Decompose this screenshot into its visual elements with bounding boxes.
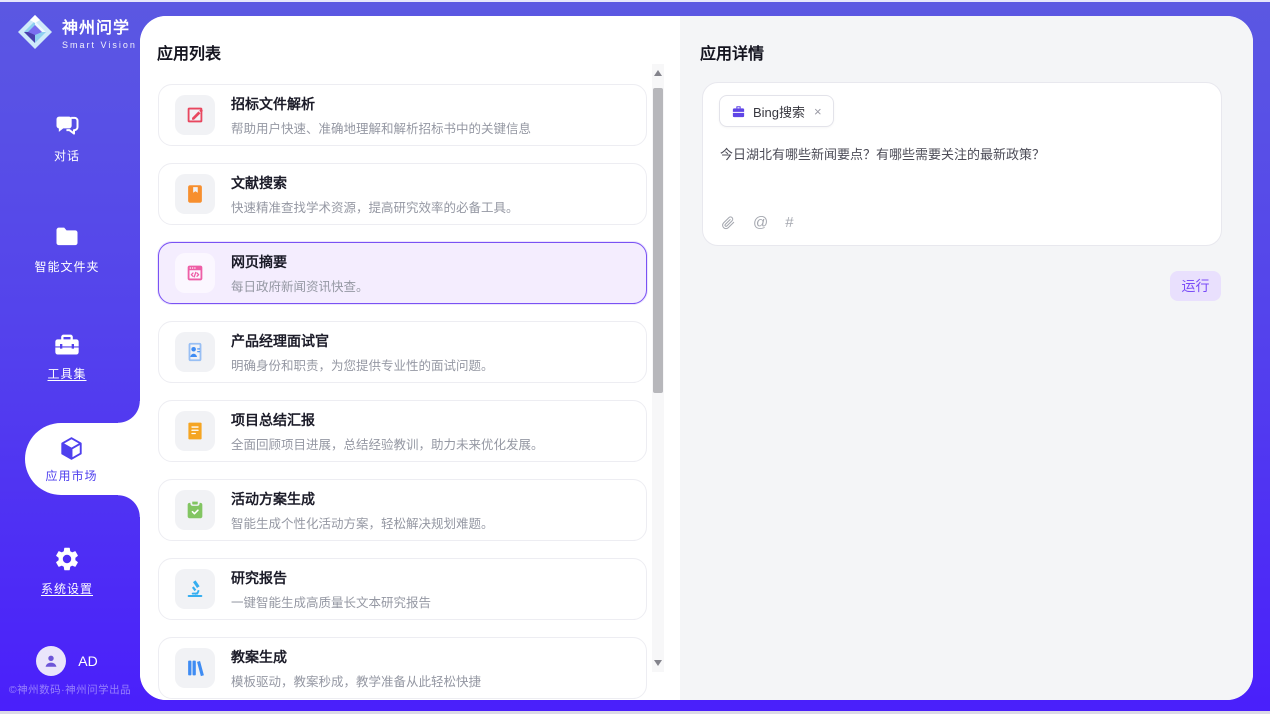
tool-chip-bing-search[interactable]: Bing搜索 × (719, 95, 834, 127)
sidebar-item-label: 系统设置 (41, 580, 93, 597)
scrollbar-thumb[interactable] (653, 88, 663, 393)
app-card-desc: 帮助用户快速、准确地理解和解析招标书中的关键信息 (231, 118, 531, 137)
query-text[interactable]: 今日湖北有哪些新闻要点？有哪些需要关注的最新政策？ (720, 145, 1201, 165)
sidebar-item-chat[interactable]: 对话 (0, 112, 134, 164)
sidebar-item-label: 工具集 (47, 365, 86, 382)
app-detail-title: 应用详情 (700, 40, 764, 64)
person-icon (42, 652, 60, 670)
folder-icon (53, 223, 81, 251)
diamond-gem-icon (16, 13, 54, 51)
report-note-icon (175, 411, 215, 451)
sidebar-item-app-market[interactable]: 应用市场 (25, 423, 140, 495)
scrollbar-down-icon[interactable] (654, 660, 662, 666)
app-list-panel: 应用列表 招标文件解析 帮助用户快速 (140, 16, 680, 700)
app-card-desc: 明确身份和职责，为您提供专业性的面试问题。 (231, 355, 494, 374)
scrollbar-up-icon[interactable] (654, 70, 662, 76)
prompt-editor[interactable]: Bing搜索 × 今日湖北有哪些新闻要点？有哪些需要关注的最新政策？ @ # (702, 82, 1222, 246)
at-icon[interactable]: @ (753, 214, 768, 231)
app-card-desc: 智能生成个性化活动方案，轻松解决规划难题。 (231, 513, 494, 532)
brand-logo: 神州问学 Smart Vision (16, 13, 137, 51)
microscope-icon (175, 569, 215, 609)
app-card-bid-document-parsing[interactable]: 招标文件解析 帮助用户快速、准确地理解和解析招标书中的关键信息 (158, 84, 647, 146)
app-card-list: 招标文件解析 帮助用户快速、准确地理解和解析招标书中的关键信息 文献搜索 快速精… (158, 84, 647, 700)
app-card-desc: 快速精准查找学术资源，提高研究效率的必备工具。 (231, 197, 519, 216)
app-card-title: 招标文件解析 (231, 94, 531, 114)
books-icon (175, 648, 215, 688)
cube-icon (58, 435, 85, 462)
app-card-desc: 一键智能生成高质量长文本研究报告 (231, 592, 431, 611)
close-icon[interactable]: × (814, 105, 822, 118)
app-card-title: 网页摘要 (231, 252, 369, 272)
sidebar-item-smart-folders[interactable]: 智能文件夹 (0, 223, 134, 275)
composer-toolbar: @ # (720, 214, 794, 231)
copyright-text: ©神州数码·神州问学出品 (0, 682, 140, 697)
app-card-title: 研究报告 (231, 568, 431, 588)
app-card-title: 产品经理面试官 (231, 331, 494, 351)
app-list-scrollbar[interactable] (652, 64, 664, 672)
brand-subtitle: Smart Vision (62, 40, 137, 50)
hash-icon[interactable]: # (785, 214, 793, 231)
sidebar-item-label: 应用市场 (45, 467, 97, 484)
app-list-title: 应用列表 (157, 40, 221, 64)
browser-code-icon (175, 253, 215, 293)
briefcase-icon (731, 104, 746, 119)
user-account[interactable]: AD (0, 646, 134, 676)
interviewer-icon (175, 332, 215, 372)
avatar (36, 646, 66, 676)
run-button[interactable]: 运行 (1170, 271, 1221, 301)
chat-icon (53, 112, 81, 140)
app-card-event-plan[interactable]: 活动方案生成 智能生成个性化活动方案，轻松解决规划难题。 (158, 479, 647, 541)
sidebar-item-label: 对话 (54, 147, 80, 164)
sidebar-item-settings[interactable]: 系统设置 (0, 545, 134, 597)
app-card-lesson-plan[interactable]: 教案生成 模板驱动，教案秒成，教学准备从此轻松快捷 (158, 637, 647, 699)
app-card-title: 教案生成 (231, 647, 481, 667)
gear-icon (53, 545, 81, 573)
sidebar-item-label: 智能文件夹 (34, 258, 99, 275)
sidebar-item-toolset[interactable]: 工具集 (0, 330, 134, 382)
tool-chip-label: Bing搜索 (753, 102, 805, 121)
sidebar: 神州问学 Smart Vision 对话 智能文件夹 (0, 0, 140, 714)
paperclip-icon[interactable] (720, 215, 736, 231)
app-card-project-summary[interactable]: 项目总结汇报 全面回顾项目进展，总结经验教训，助力未来优化发展。 (158, 400, 647, 462)
app-card-desc: 模板驱动，教案秒成，教学准备从此轻松快捷 (231, 671, 481, 690)
app-card-research-report[interactable]: 研究报告 一键智能生成高质量长文本研究报告 (158, 558, 647, 620)
app-card-desc: 全面回顾项目进展，总结经验教训，助力未来优化发展。 (231, 434, 544, 453)
app-detail-panel: 应用详情 Bing搜索 × 今日 (680, 16, 1253, 700)
book-icon (175, 174, 215, 214)
app-card-desc: 每日政府新闻资讯快查。 (231, 276, 369, 295)
pen-square-icon (175, 95, 215, 135)
clipboard-check-icon (175, 490, 215, 530)
app-card-pm-interviewer[interactable]: 产品经理面试官 明确身份和职责，为您提供专业性的面试问题。 (158, 321, 647, 383)
main-content: 应用列表 招标文件解析 帮助用户快速 (140, 16, 1253, 700)
brand-name: 神州问学 (62, 14, 137, 38)
app-card-title: 活动方案生成 (231, 489, 494, 509)
user-initials: AD (78, 653, 97, 669)
app-card-title: 文献搜索 (231, 173, 519, 193)
top-divider (0, 0, 1270, 2)
app-card-web-summary[interactable]: 网页摘要 每日政府新闻资讯快查。 (158, 242, 647, 304)
app-window: 神州问学 Smart Vision 对话 智能文件夹 (0, 0, 1270, 714)
app-card-literature-search[interactable]: 文献搜索 快速精准查找学术资源，提高研究效率的必备工具。 (158, 163, 647, 225)
toolbox-icon (53, 330, 81, 358)
app-card-title: 项目总结汇报 (231, 410, 544, 430)
